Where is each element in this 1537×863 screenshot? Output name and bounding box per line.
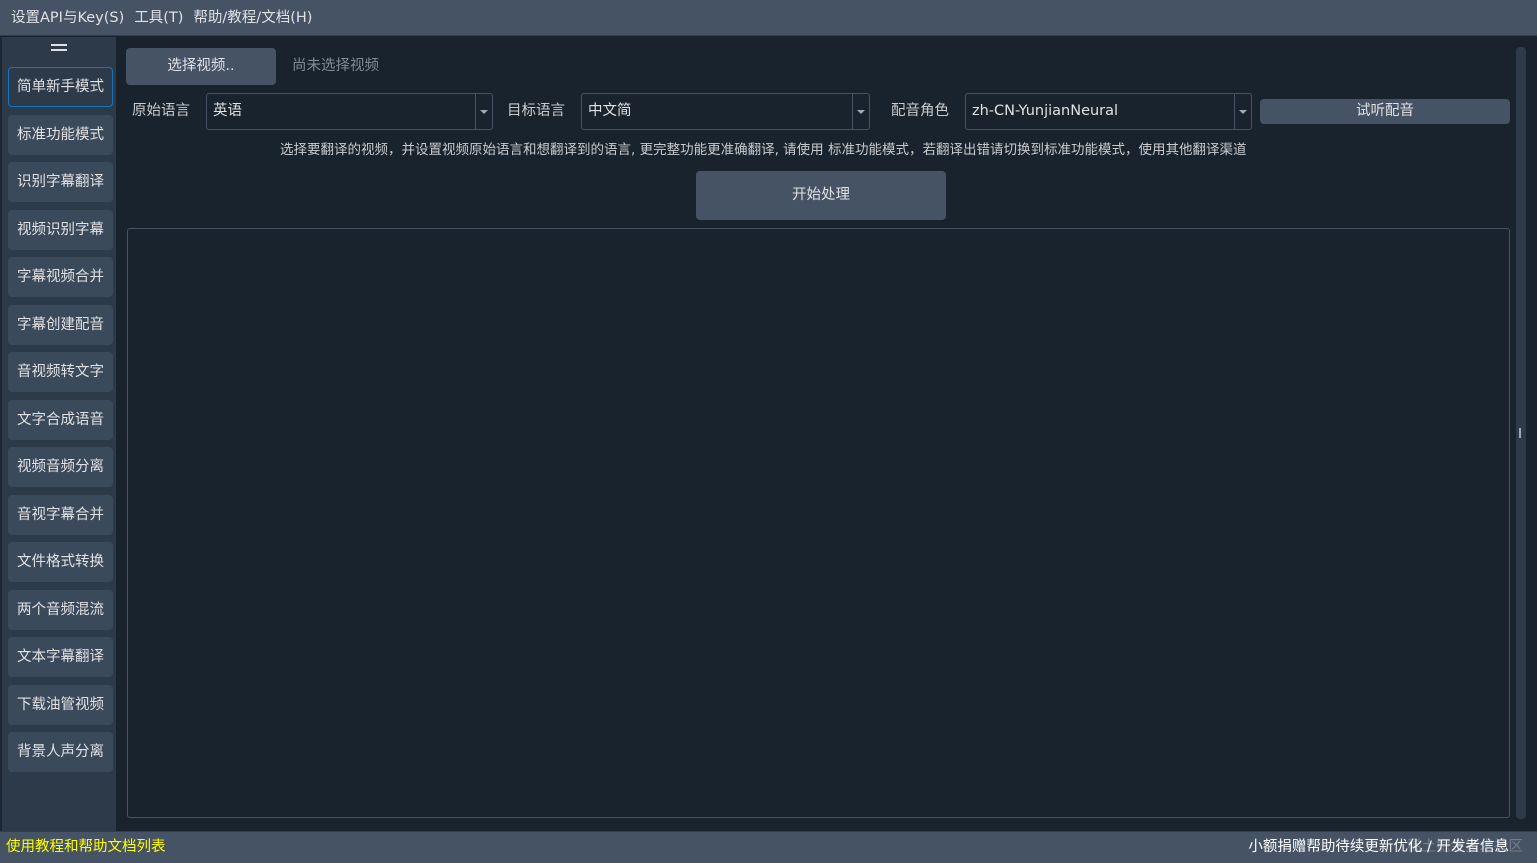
target-language-select[interactable]: 中文简 (581, 93, 870, 130)
sidebar-item-text-to-speech[interactable]: 文字合成语音 (8, 400, 113, 440)
voice-role-label: 配音角色 (891, 103, 949, 119)
sidebar-item-subtitle-translate[interactable]: 识别字幕翻译 (8, 162, 113, 202)
sidebar-item-subtitle-dubbing[interactable]: 字幕创建配音 (8, 305, 113, 345)
scroll-grip-icon (1519, 428, 1521, 438)
sidebar-item-audio-video-split[interactable]: 视频音频分离 (8, 447, 113, 487)
source-language-label: 原始语言 (132, 103, 190, 119)
mode-sidebar: 简单新手模式 标准功能模式 识别字幕翻译 视频识别字幕 字幕视频合并 字幕创建配… (0, 37, 116, 831)
sidebar-item-text-subtitle-translate[interactable]: 文本字幕翻译 (8, 637, 113, 677)
main-panel: 选择视频.. 尚未选择视频 原始语言 英语 目标语言 中文简 配音角色 zh-C… (116, 37, 1537, 831)
start-processing-button[interactable]: 开始处理 (696, 171, 946, 220)
target-language-value: 中文简 (588, 103, 632, 119)
source-language-value: 英语 (213, 103, 242, 119)
status-bar: 使用教程和帮助文档列表 稀土掘金技术社区 小额捐赠帮助待续更新优化 / 开发者信… (0, 831, 1537, 863)
donate-developer-link[interactable]: 小额捐赠帮助待续更新优化 / 开发者信息 (1248, 832, 1509, 863)
select-video-button[interactable]: 选择视频.. (126, 48, 276, 85)
sidebar-item-audio-mix[interactable]: 两个音频混流 (8, 590, 113, 630)
sidebar-toggle-icon[interactable] (51, 44, 67, 52)
source-language-select[interactable]: 英语 (206, 93, 493, 130)
chevron-down-icon[interactable] (475, 94, 492, 129)
chevron-down-icon[interactable] (852, 94, 869, 129)
menu-help-docs[interactable]: 帮助/教程/文档(H) (188, 0, 317, 36)
sidebar-item-video-recognize-subtitle[interactable]: 视频识别字幕 (8, 210, 113, 250)
preview-voice-button[interactable]: 试听配音 (1260, 99, 1510, 124)
menu-bar: 设置API与Key(S) 工具(T) 帮助/教程/文档(H) (0, 0, 1537, 36)
sidebar-item-audio-to-text[interactable]: 音视频转文字 (8, 352, 113, 392)
vertical-scrollbar[interactable] (1516, 47, 1526, 819)
voice-role-value: zh-CN-YunjianNeural (972, 103, 1119, 119)
voice-role-select[interactable]: zh-CN-YunjianNeural (965, 93, 1252, 130)
tip-text: 选择要翻译的视频，并设置视频原始语言和想翻译到的语言, 更完整功能更准确翻译, … (280, 142, 1247, 158)
menu-tools[interactable]: 工具(T) (129, 0, 188, 36)
sidebar-item-subtitle-video-merge[interactable]: 字幕视频合并 (8, 257, 113, 297)
sidebar-item-format-convert[interactable]: 文件格式转换 (8, 542, 113, 582)
menu-settings-api-key[interactable]: 设置API与Key(S) (6, 0, 129, 36)
sidebar-item-standard-mode[interactable]: 标准功能模式 (8, 115, 113, 155)
log-output-area[interactable] (127, 228, 1510, 818)
selected-video-status: 尚未选择视频 (292, 58, 379, 74)
sidebar-item-youtube-download[interactable]: 下载油管视频 (8, 685, 113, 725)
help-docs-link[interactable]: 使用教程和帮助文档列表 (6, 832, 166, 863)
sidebar-item-av-subtitle-merge[interactable]: 音视字幕合并 (8, 495, 113, 535)
sidebar-item-vocal-separation[interactable]: 背景人声分离 (8, 732, 113, 772)
chevron-down-icon[interactable] (1234, 94, 1251, 129)
target-language-label: 目标语言 (507, 103, 565, 119)
sidebar-item-simple-mode[interactable]: 简单新手模式 (8, 67, 113, 107)
